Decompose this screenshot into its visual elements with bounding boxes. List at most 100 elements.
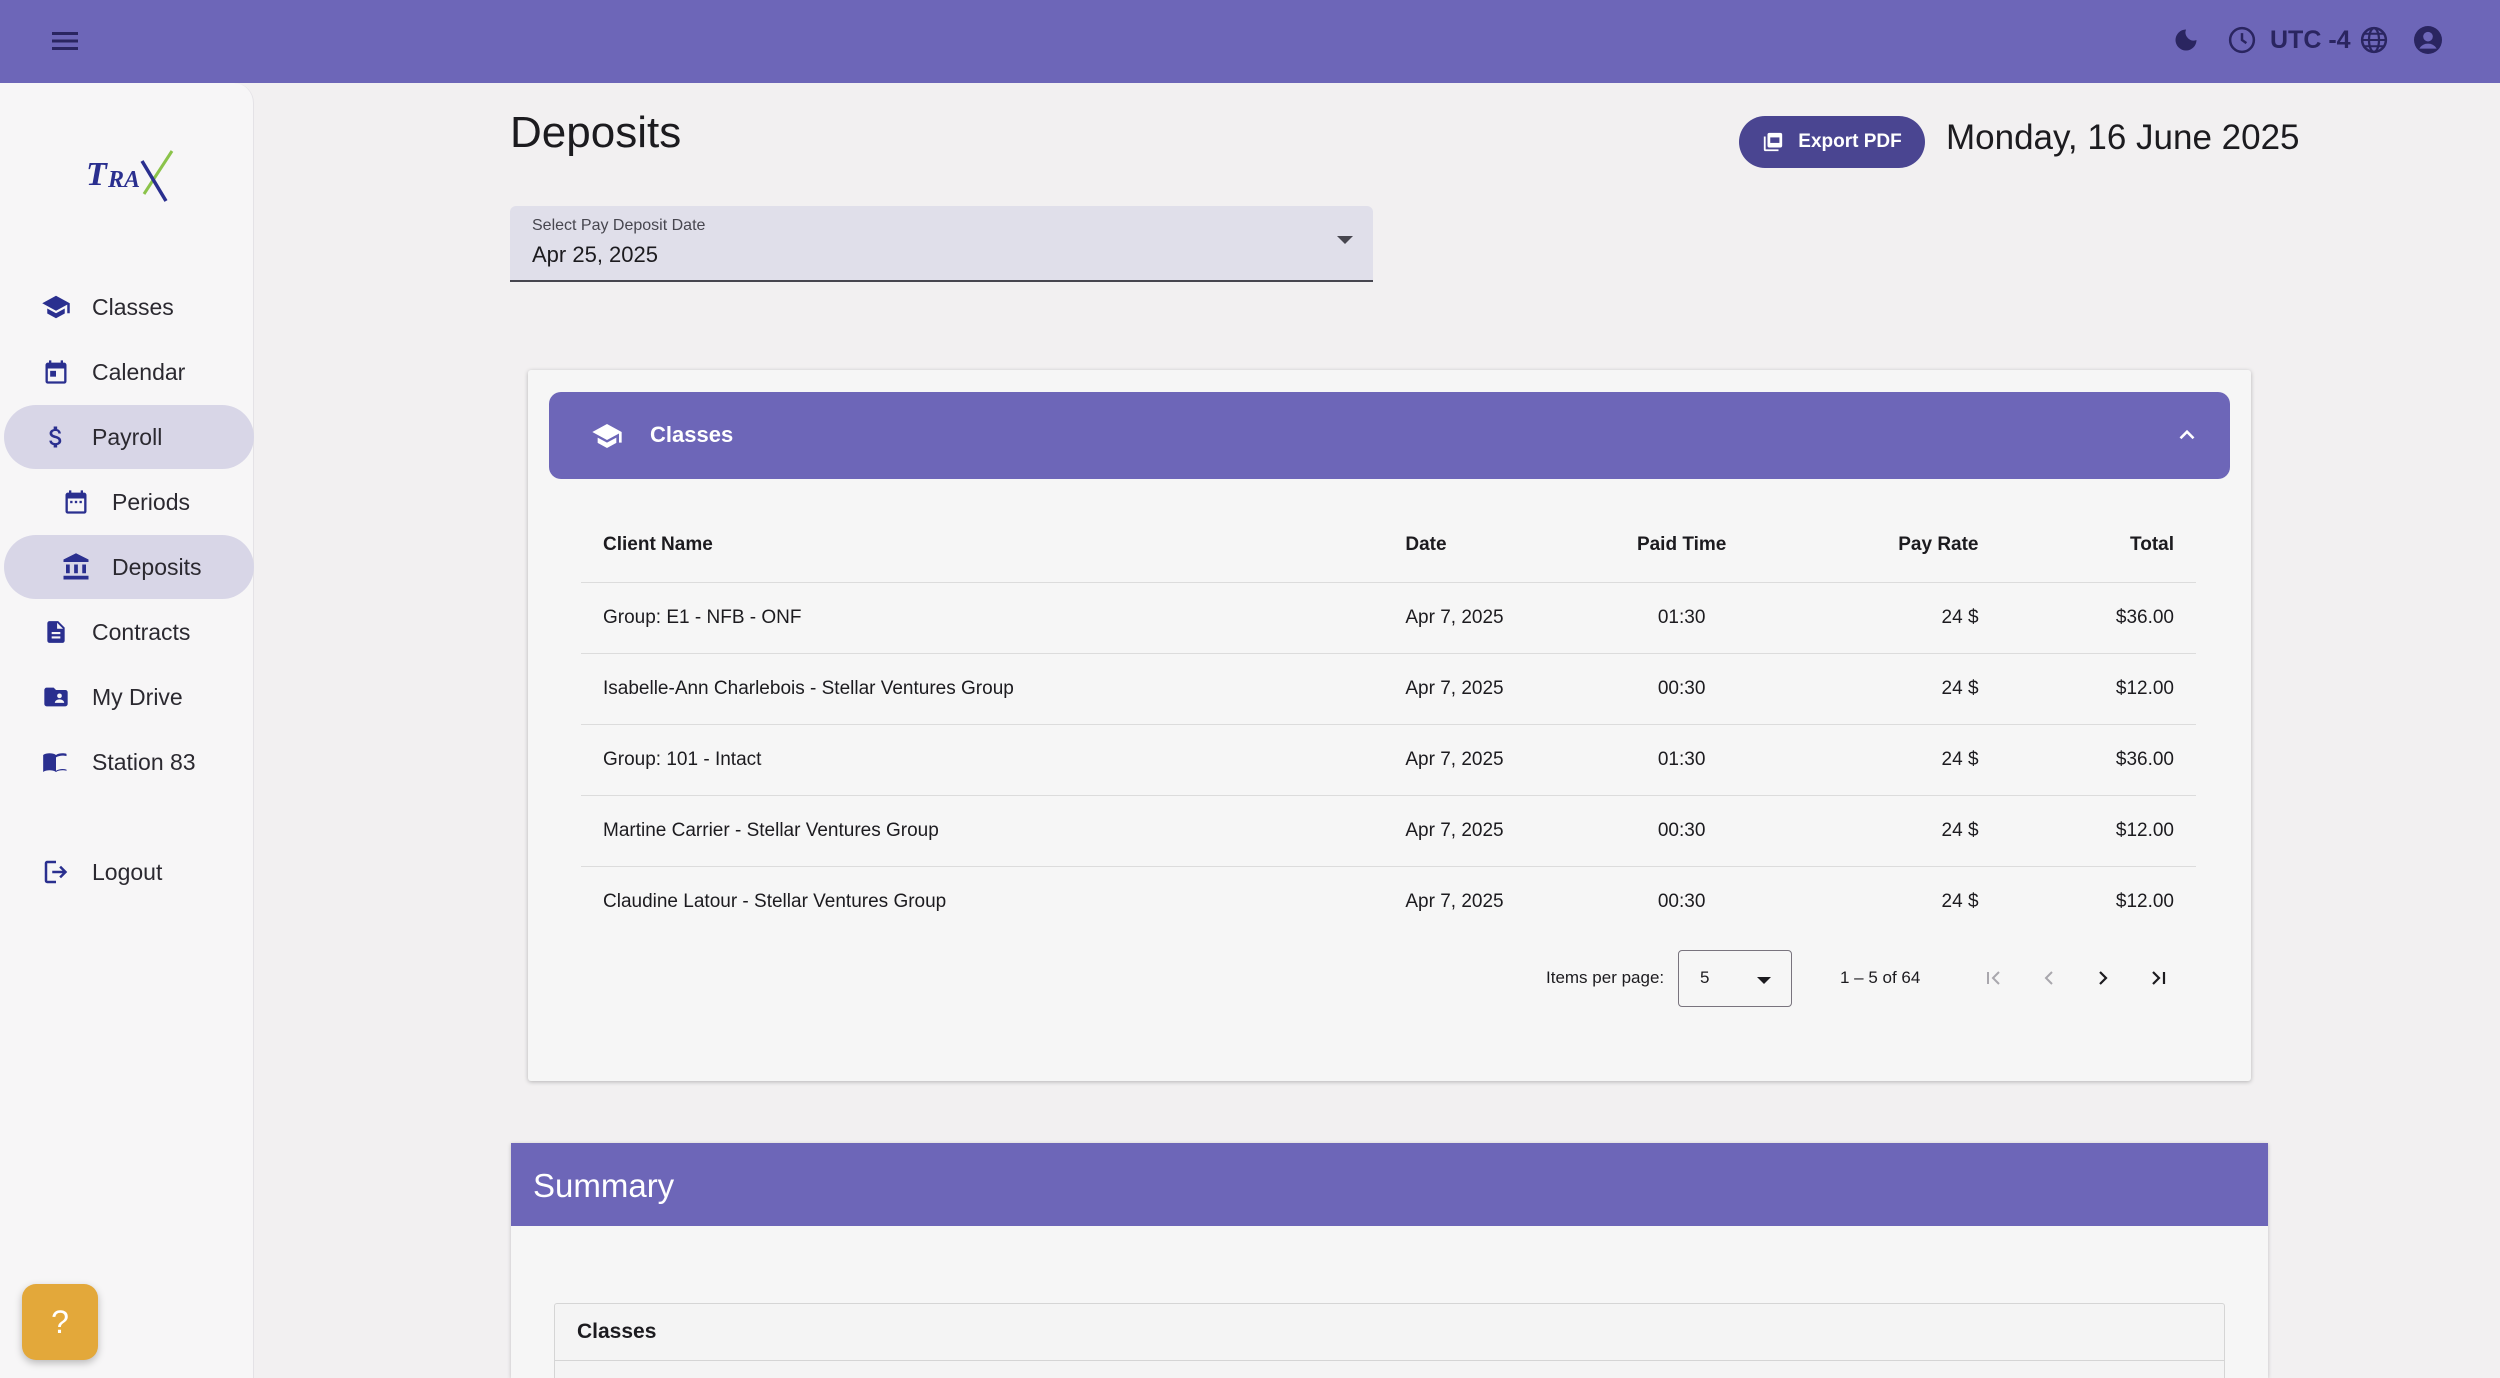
divider [555,1360,2224,1361]
sidebar-item-periods[interactable]: Periods [4,470,254,534]
deposit-date-label: Select Pay Deposit Date [532,217,706,234]
sidebar-item-contracts[interactable]: Contracts [4,600,254,664]
top-app-bar: UTC -4 [0,0,2500,83]
items-per-page-label: Items per page: [1546,968,1665,987]
svg-text:T: T [86,156,108,193]
sidebar-item-deposits[interactable]: Deposits [4,535,254,599]
sidebar-item-label: Classes [92,293,174,320]
table-header-row: Client Name Date Paid Time Pay Rate Tota… [581,508,2196,583]
dollar-icon [38,419,74,455]
cell-paid-time: 00:30 [1657,890,1706,912]
calendar-icon [38,354,74,390]
table-row: Claudine Latour - Stellar Ventures Group… [581,866,2196,937]
cell-total: $12.00 [2000,653,2196,725]
globe-icon[interactable] [2356,22,2392,58]
page-title: Deposits [510,108,682,157]
classes-card: Classes Client Name Date Paid Time Pay R… [528,370,2251,1081]
sidebar-item-label: Deposits [112,553,202,580]
table-row: Group: E1 - NFB - ONF Apr 7, 2025 01:30 … [581,582,2196,654]
document-icon [38,614,74,650]
cell-date: Apr 7, 2025 [1383,795,1590,867]
book-icon [38,744,74,780]
sidebar-item-station-83[interactable]: Station 83 [4,730,254,794]
summary-title: Summary [533,1167,675,1204]
cell-client-name: Martine Carrier - Stellar Ventures Group [581,795,1384,867]
classes-panel-header[interactable]: Classes [549,392,2230,479]
deposit-date-select[interactable]: Select Pay Deposit Date Apr 25, 2025 [510,206,1373,282]
menu-icon[interactable] [46,22,84,60]
sidebar-item-label: Contracts [92,618,191,645]
cell-date: Apr 7, 2025 [1405,890,1504,912]
bank-icon [58,549,94,585]
summary-classes-box: Classes [554,1303,2225,1378]
previous-page-icon[interactable] [2031,960,2067,996]
cell-client-name: Group: E1 - NFB - ONF [581,582,1384,654]
classes-table: Client Name Date Paid Time Pay Rate Tota… [581,508,2196,937]
first-page-icon[interactable] [1976,960,2012,996]
logout-icon [38,854,74,890]
cell-total: $36.00 [2000,582,2196,654]
cell-client-name: Claudine Latour - Stellar Ventures Group [603,890,947,912]
cell-paid-time: 00:30 [1589,653,1775,725]
dark-mode-moon-icon[interactable] [2168,22,2204,58]
column-header-total[interactable]: Total [2000,508,2196,583]
school-icon [38,289,74,325]
sidebar: T RA Classes Calendar Payroll Periods De… [0,83,254,1378]
summary-classes-title: Classes [577,1320,657,1343]
deposit-date-value: Apr 25, 2025 [532,242,658,267]
cell-pay-rate: 24 $ [1774,795,2001,867]
clock-icon[interactable] [2224,22,2260,58]
column-header-client-name[interactable]: Client Name [581,508,1384,583]
cell-pay-rate: 24 $ [1941,890,1979,912]
cell-date: Apr 7, 2025 [1383,653,1590,725]
sidebar-item-label: Station 83 [92,748,196,775]
current-date: Monday, 16 June 2025 [1946,118,2300,157]
folder-shared-icon [38,679,74,715]
sidebar-item-classes[interactable]: Classes [4,275,254,339]
sidebar-item-logout[interactable]: Logout [4,840,254,904]
classes-panel-title: Classes [650,422,734,447]
dropdown-arrow-icon [1757,977,1771,984]
export-pdf-button[interactable]: Export PDF [1739,116,1925,168]
cell-pay-rate: 24 $ [1774,582,2001,654]
account-circle-icon[interactable] [2410,22,2446,58]
timezone-label[interactable]: UTC -4 [2270,22,2351,58]
cell-total: $36.00 [2000,724,2196,796]
cell-pay-rate: 24 $ [1774,653,2001,725]
svg-text:RA: RA [107,167,140,193]
cell-date: Apr 7, 2025 [1383,582,1590,654]
cell-total: $12.00 [2115,890,2174,912]
sidebar-item-label: Payroll [92,423,163,450]
trax-logo[interactable]: T RA [82,139,182,209]
calendar-icon [58,484,94,520]
pagination-range: 1 – 5 of 64 [1840,968,1921,987]
table-row: Isabelle-Ann Charlebois - Stellar Ventur… [581,653,2196,725]
next-page-icon[interactable] [2085,960,2121,996]
column-header-date[interactable]: Date [1383,508,1590,583]
table-row: Martine Carrier - Stellar Ventures Group… [581,795,2196,867]
help-button[interactable]: ? [22,1284,98,1360]
cell-paid-time: 01:30 [1589,582,1775,654]
sidebar-item-calendar[interactable]: Calendar [4,340,254,404]
column-header-paid-time[interactable]: Paid Time [1589,508,1775,583]
cell-pay-rate: 24 $ [1774,724,2001,796]
pdf-icon [1762,131,1784,153]
school-icon [591,420,623,452]
column-header-pay-rate[interactable]: Pay Rate [1774,508,2001,583]
summary-card: Summary Classes [511,1143,2268,1378]
sidebar-item-label: Logout [92,858,163,885]
dropdown-arrow-icon [1337,236,1353,244]
chevron-up-icon[interactable] [2174,422,2200,448]
cell-client-name: Isabelle-Ann Charlebois - Stellar Ventur… [581,653,1384,725]
export-pdf-label: Export PDF [1798,131,1902,152]
sidebar-item-payroll[interactable]: Payroll [4,405,254,469]
cell-paid-time: 00:30 [1589,795,1775,867]
table-row: Group: 101 - Intact Apr 7, 2025 01:30 24… [581,724,2196,796]
sidebar-item-label: My Drive [92,683,183,710]
page-size-value: 5 [1700,968,1710,987]
sidebar-item-my-drive[interactable]: My Drive [4,665,254,729]
sidebar-item-label: Calendar [92,358,186,385]
cell-total: $12.00 [2000,795,2196,867]
items-per-page-select[interactable]: 5 [1678,950,1792,1007]
last-page-icon[interactable] [2140,960,2176,996]
